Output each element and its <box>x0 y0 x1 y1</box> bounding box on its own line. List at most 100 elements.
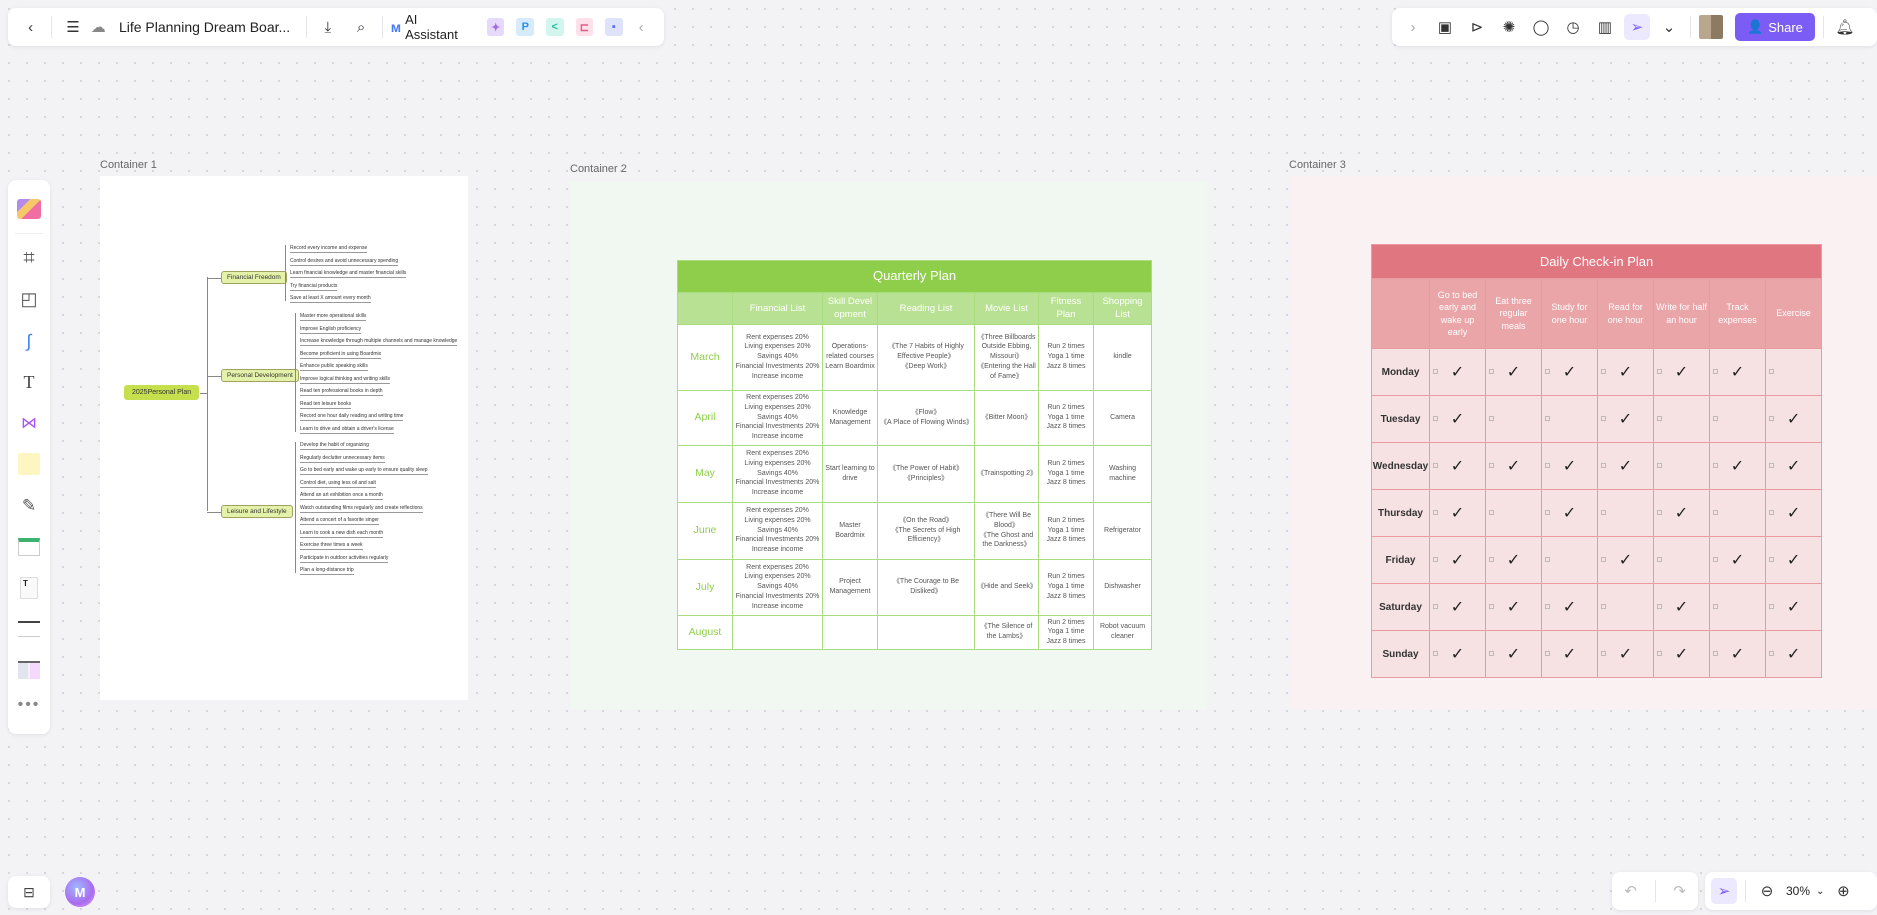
checkin-cell[interactable]: ✓ <box>1541 489 1598 537</box>
mindmap-leaf[interactable]: Regularly declutter unnecessary items <box>300 455 385 463</box>
quarterly-cell[interactable]: Start learning to drive <box>822 444 878 503</box>
checkin-cell[interactable] <box>1653 395 1710 443</box>
checkin-cell[interactable]: ✓ <box>1485 442 1542 490</box>
checkin-cell[interactable]: ✓ <box>1429 442 1486 490</box>
checkin-cell[interactable] <box>1653 442 1710 490</box>
mindmap-leaf[interactable]: Learn to drive and obtain a driver's lic… <box>300 426 394 434</box>
quarterly-cell[interactable]: Run 2 times Yoga 1 time Jazz 8 times <box>1038 389 1094 446</box>
search-icon[interactable]: ⌕ <box>348 14 373 40</box>
image-gen-icon[interactable]: ✦ <box>486 18 505 36</box>
present-icon[interactable]: ⊳ <box>1464 14 1490 40</box>
checkbox[interactable] <box>1713 604 1718 609</box>
month-label[interactable]: July <box>677 558 733 616</box>
checkin-cell[interactable]: ✓ <box>1709 348 1766 396</box>
checkbox[interactable] <box>1657 463 1662 468</box>
mindmap-leaf[interactable]: Read ten professional books in depth <box>300 388 383 396</box>
checkin-cell[interactable] <box>1541 395 1598 443</box>
collapse-icon[interactable]: ‹ <box>629 14 654 40</box>
checkbox[interactable] <box>1713 510 1718 515</box>
checkbox[interactable] <box>1601 651 1606 656</box>
mindmap-leaf[interactable]: Control diet, using less oil and salt <box>300 480 376 488</box>
checkbox[interactable] <box>1489 463 1494 468</box>
text-icon[interactable]: T <box>14 368 44 397</box>
quarterly-cell[interactable]: Rent expenses 20% Living expenses 20% Sa… <box>732 323 823 391</box>
mindmap-branch[interactable]: Financial Freedom <box>221 271 287 284</box>
checkbox[interactable] <box>1601 557 1606 562</box>
sticky-note-icon[interactable] <box>14 450 44 479</box>
month-label[interactable]: March <box>677 323 733 391</box>
checkbox[interactable] <box>1433 369 1438 374</box>
checkbox[interactable] <box>1657 369 1662 374</box>
checkbox[interactable] <box>1713 416 1718 421</box>
checkin-cell[interactable] <box>1541 536 1598 584</box>
templates-icon[interactable] <box>14 194 44 223</box>
quarterly-cell[interactable]: 《On the Road》 《The Secrets of High Effic… <box>877 501 975 560</box>
checkbox[interactable] <box>1545 604 1550 609</box>
zoom-dropdown-icon[interactable]: ⌄ <box>1816 886 1824 897</box>
checkbox[interactable] <box>1489 557 1494 562</box>
checkin-cell[interactable]: ✓ <box>1429 395 1486 443</box>
quarterly-cell[interactable]: Operations-related courses Learn Boardmi… <box>822 323 878 391</box>
quarterly-cell[interactable]: Run 2 times Yoga 1 time Jazz 8 times <box>1038 614 1094 650</box>
mindmap-leaf[interactable]: Participate in outdoor activities regula… <box>300 555 389 563</box>
checkin-cell[interactable] <box>1597 489 1654 537</box>
mindmap-leaf[interactable]: Exercise three times a week <box>300 542 363 550</box>
more-tools-icon[interactable]: ••• <box>14 691 44 720</box>
table-icon[interactable] <box>14 532 44 561</box>
quarterly-cell[interactable]: Run 2 times Yoga 1 time Jazz 8 times <box>1038 558 1094 616</box>
month-label[interactable]: April <box>677 389 733 446</box>
checkbox[interactable] <box>1433 463 1438 468</box>
mindmap-leaf[interactable]: Read ten leisure books <box>300 401 352 409</box>
checkin-cell[interactable]: ✓ <box>1764 442 1823 490</box>
checkbox[interactable] <box>1769 557 1774 562</box>
checkbox[interactable] <box>1769 369 1774 374</box>
quarterly-cell[interactable]: 《Bitter Moon》 <box>974 389 1039 446</box>
select-cursor-icon[interactable]: ➢ <box>1711 878 1737 904</box>
checkbox[interactable] <box>1769 651 1774 656</box>
mindmap-branch[interactable]: Leisure and Lifestyle <box>221 505 293 518</box>
checkin-cell[interactable] <box>1764 348 1823 396</box>
quarterly-cell[interactable]: Rent expenses 20% Living expenses 20% Sa… <box>732 444 823 503</box>
kanban-icon[interactable] <box>14 656 44 685</box>
checkbox[interactable] <box>1657 604 1662 609</box>
quarterly-cell[interactable] <box>877 614 975 650</box>
checkin-cell[interactable]: ✓ <box>1709 442 1766 490</box>
checkin-cell[interactable]: ✓ <box>1764 583 1823 631</box>
list-icon[interactable] <box>14 615 44 644</box>
checkin-cell[interactable]: ✓ <box>1429 489 1486 537</box>
zoom-level[interactable]: 30% <box>1786 884 1810 898</box>
checkin-cell[interactable]: ✓ <box>1429 583 1486 631</box>
quarterly-cell[interactable]: 《The Power of Habit》 《Principles》 <box>877 444 975 503</box>
checkbox[interactable] <box>1769 463 1774 468</box>
shape-icon[interactable]: ◰ <box>14 285 44 314</box>
quarterly-cell[interactable] <box>732 614 823 650</box>
checkin-cell[interactable]: ✓ <box>1541 348 1598 396</box>
connector-icon[interactable]: ∫ <box>14 326 44 355</box>
checkbox[interactable] <box>1489 510 1494 515</box>
frame-icon[interactable]: ⌗ <box>14 244 44 273</box>
checkbox[interactable] <box>1433 510 1438 515</box>
checkin-cell[interactable]: ✓ <box>1429 536 1486 584</box>
container-1[interactable] <box>100 176 468 700</box>
quarterly-cell[interactable]: Refrigerator <box>1092 501 1153 560</box>
redo-icon[interactable]: ↷ <box>1667 878 1693 904</box>
checkin-cell[interactable] <box>1709 583 1766 631</box>
checkbox[interactable] <box>1657 557 1662 562</box>
checkin-cell[interactable]: ✓ <box>1597 630 1654 678</box>
checkin-cell[interactable]: ✓ <box>1764 630 1823 678</box>
quarterly-plan-table[interactable]: Quarterly Plan Financial List Skill Devel… <box>676 260 1153 650</box>
checkin-cell[interactable]: ✓ <box>1485 630 1542 678</box>
undo-icon[interactable]: ↶ <box>1618 878 1644 904</box>
timer-icon[interactable]: ◷ <box>1560 14 1586 40</box>
quarterly-cell[interactable]: 《Trainspotting 2》 <box>974 444 1039 503</box>
mindmap-leaf[interactable]: Watch outstanding films regularly and cr… <box>300 505 423 513</box>
daily-checkin-table[interactable]: Daily Check-in Plan Go to bed early and … <box>1370 244 1823 678</box>
checkbox[interactable] <box>1545 510 1550 515</box>
back-icon[interactable]: ‹ <box>18 14 43 40</box>
mindmap-leaf[interactable]: Attend an art exhibition once a month <box>300 492 383 500</box>
mindmap-leaf[interactable]: Try financial products <box>290 283 338 291</box>
checkin-cell[interactable]: ✓ <box>1653 583 1710 631</box>
checkin-cell[interactable]: ✓ <box>1709 536 1766 584</box>
quarterly-cell[interactable]: 《There Will Be Blood》 《The Ghost and the… <box>974 501 1039 560</box>
minimap-button[interactable]: ⊟ <box>8 876 50 908</box>
